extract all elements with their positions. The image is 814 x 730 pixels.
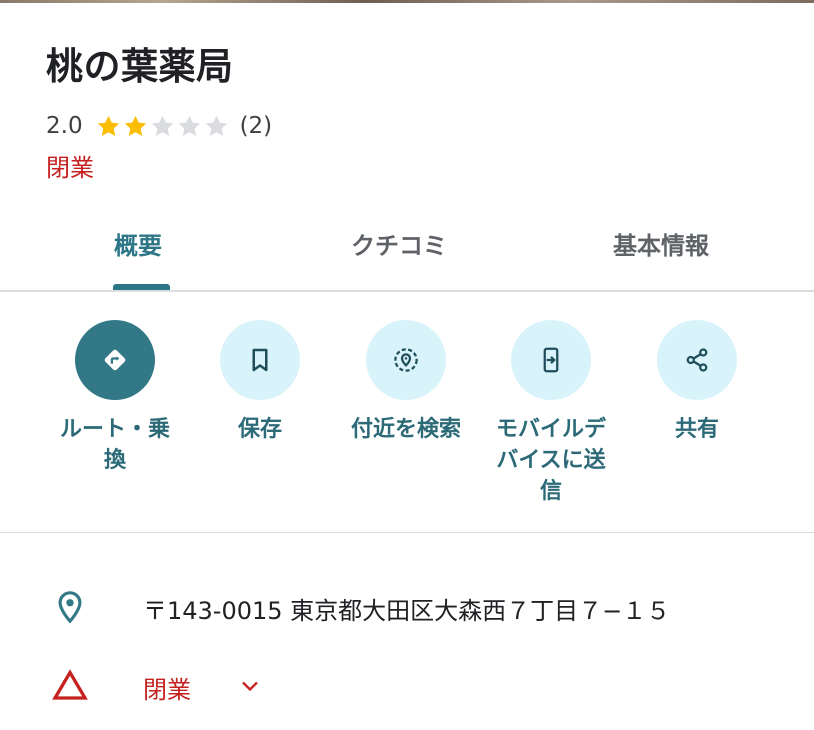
location-pin-icon [50, 587, 90, 627]
tab-bar: 概要 クチコミ 基本情報 [0, 210, 814, 290]
save-circle[interactable] [220, 320, 300, 400]
share-button[interactable]: 共有 [627, 320, 767, 445]
tab-overview[interactable]: 概要 [114, 226, 162, 261]
star-icon [178, 115, 200, 136]
nearby-search-button[interactable]: 付近を検索 [336, 320, 476, 445]
save-button[interactable]: 保存 [190, 320, 330, 445]
place-title: 桃の葉薬局 [46, 45, 234, 88]
address-row[interactable]: 〒143-0015 東京都大田区大森西７丁目７−１５ [0, 585, 814, 629]
rating-row[interactable]: 2.0 (2) [46, 110, 272, 142]
directions-circle[interactable] [75, 320, 155, 400]
address-text: 〒143-0015 東京都大田区大森西７丁目７−１５ [143, 597, 671, 625]
star-icon [124, 115, 146, 136]
star-icon [151, 115, 173, 136]
send-to-phone-button[interactable]: モバイルデバイスに送信 [481, 320, 621, 507]
save-label: 保存 [237, 417, 282, 442]
share-icon [686, 348, 708, 372]
nearby-search-icon [394, 348, 418, 372]
send-to-phone-circle[interactable] [511, 320, 591, 400]
review-count[interactable]: (2) [240, 113, 273, 139]
rating-value: 2.0 [46, 113, 83, 139]
tabs-divider [0, 290, 814, 292]
status-badge: 閉業 [46, 154, 94, 182]
share-label: 共有 [674, 417, 719, 442]
bookmark-icon [252, 348, 268, 372]
nearby-search-label: 付近を検索 [350, 417, 461, 442]
star-icon [205, 115, 227, 136]
directions-label: ルート・乗換 [59, 417, 170, 473]
chevron-down-icon[interactable] [236, 672, 264, 700]
directions-icon [104, 349, 126, 371]
nearby-search-circle[interactable] [366, 320, 446, 400]
tab-about[interactable]: 基本情報 [613, 226, 709, 261]
section-divider [0, 532, 814, 533]
star-icon [97, 115, 119, 136]
directions-button[interactable]: ルート・乗換 [45, 320, 185, 476]
rating-stars [95, 113, 230, 140]
hours-status-text: 閉業 [143, 676, 191, 704]
place-photo-edge[interactable] [0, 0, 814, 3]
send-to-phone-icon [543, 347, 559, 373]
send-to-phone-label: モバイルデバイスに送信 [495, 417, 606, 504]
share-circle[interactable] [657, 320, 737, 400]
warning-icon [50, 666, 90, 706]
hours-row[interactable]: 閉業 [0, 664, 814, 708]
tab-reviews[interactable]: クチコミ [351, 226, 447, 261]
